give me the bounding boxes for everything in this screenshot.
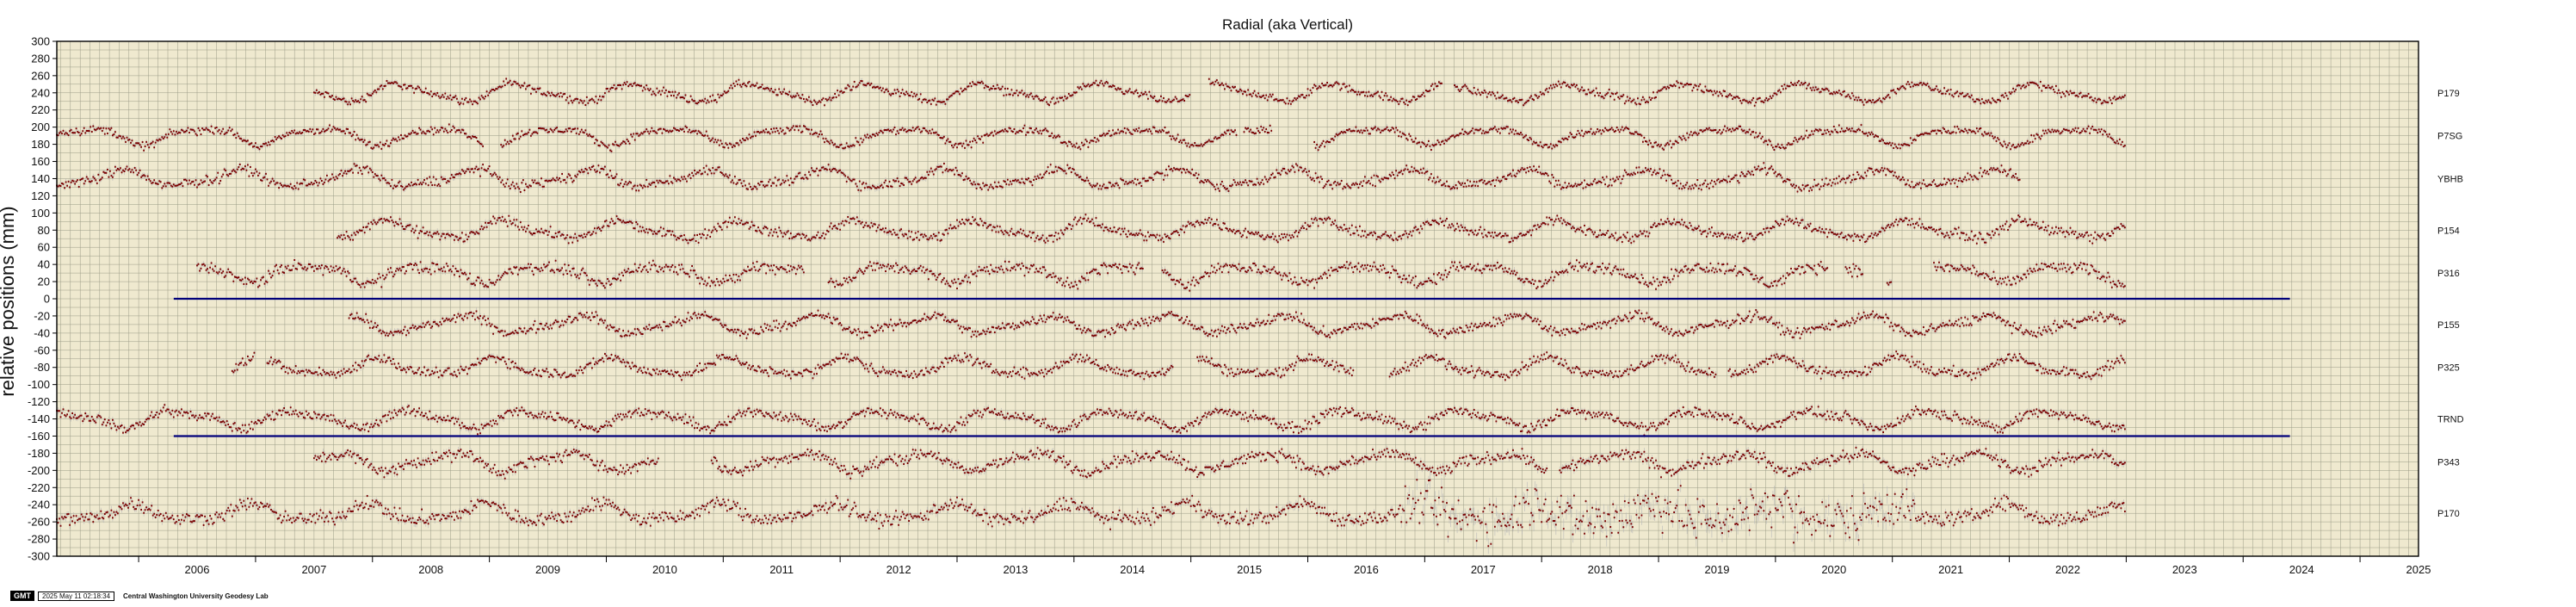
y-tick-label: -80 [34,361,50,374]
y-tick-label: 260 [31,69,50,82]
station-label-p155: P155 [2437,320,2460,331]
y-tick-label: -180 [28,447,50,460]
y-tick-label: 240 [31,86,50,99]
y-tick-label: -100 [28,378,50,391]
y-tick-label: 100 [31,207,50,220]
y-tick-label: 180 [31,138,50,151]
station-label-p179: P179 [2437,89,2460,99]
x-tick-label: 2014 [1120,563,1145,576]
y-tick-label: -20 [34,309,50,322]
y-tick-label: -280 [28,533,50,546]
x-tick-label: 2010 [652,563,677,576]
station-label-ybhb: YBHB [2437,175,2463,185]
y-tick-label: -200 [28,464,50,477]
x-tick-label: 2019 [1705,563,1730,576]
x-tick-label: 2017 [1471,563,1496,576]
y-tick-label: 160 [31,155,50,168]
y-tick-label: -140 [28,412,50,425]
x-tick-label: 2016 [1354,563,1379,576]
x-tick-label: 2015 [1237,563,1262,576]
station-label-trnd: TRND [2437,415,2464,425]
y-tick-label: 280 [31,52,50,65]
chart: Radial (aka Vertical) relative positions… [0,16,2464,576]
x-tick-label: 2023 [2172,563,2197,576]
gmt-logo: GMT [10,591,34,601]
station-labels: P179 P7SG YBHB P154 P316 P155 P325 TRND P343 P170 [2437,89,2464,519]
x-tick-label: 2012 [886,563,911,576]
y-tick-label: 40 [38,258,50,271]
station-label-p343: P343 [2437,457,2460,468]
y-tick-label: 140 [31,172,50,185]
x-tick-label: 2022 [2055,563,2080,576]
y-tick-label: 120 [31,189,50,202]
x-tick-label: 2008 [418,563,443,576]
station-label-p316: P316 [2437,269,2460,279]
y-tick-label: -120 [28,395,50,408]
station-label-p154: P154 [2437,226,2460,236]
x-tick-labels: 2006 2007 2008 2009 2010 2011 2012 2013 2014 2015… [138,556,2431,576]
y-tick-label: 0 [44,293,50,306]
y-tick-label: 60 [38,241,50,254]
footer: GMT 2025 May 11 02:18:34 Central Washing… [10,591,269,601]
x-tick-label: 2011 [769,563,794,576]
station-label-p170: P170 [2437,509,2460,519]
x-tick-label: 2021 [1938,563,1963,576]
x-tick-label: 2006 [185,563,210,576]
chart-title: Radial (aka Vertical) [1222,16,1353,33]
y-tick-label: -240 [28,499,50,511]
y-tick-label: -60 [34,344,50,356]
station-label-p325: P325 [2437,363,2460,374]
x-tick-label: 2024 [2289,563,2314,576]
timestamp: 2025 May 11 02:18:34 [38,591,115,601]
x-tick-label: 2007 [301,563,326,576]
y-tick-label: 200 [31,121,50,133]
x-tick-label: 2013 [1003,563,1028,576]
x-tick-label: 2018 [1588,563,1613,576]
station-label-p7sg: P7SG [2437,132,2462,142]
x-tick-label: 2020 [1821,563,1846,576]
y-tick-label: -40 [34,326,50,339]
y-tick-label: 220 [31,103,50,116]
y-tick-label: 20 [38,276,50,288]
lab-credit: Central Washington University Geodesy La… [123,592,269,600]
y-tick-label: -220 [28,481,50,494]
y-tick-label: -300 [28,550,50,563]
y-tick-label: 80 [38,224,50,237]
y-axis-label: relative positions (mm) [0,206,18,396]
x-tick-label: 2025 [2406,563,2431,576]
y-tick-label: 300 [31,35,50,48]
y-tick-labels: 3002802602402202001801601401201008060402… [28,35,57,563]
y-tick-label: -160 [28,430,50,443]
x-tick-label: 2009 [535,563,560,576]
y-tick-label: -260 [28,516,50,529]
